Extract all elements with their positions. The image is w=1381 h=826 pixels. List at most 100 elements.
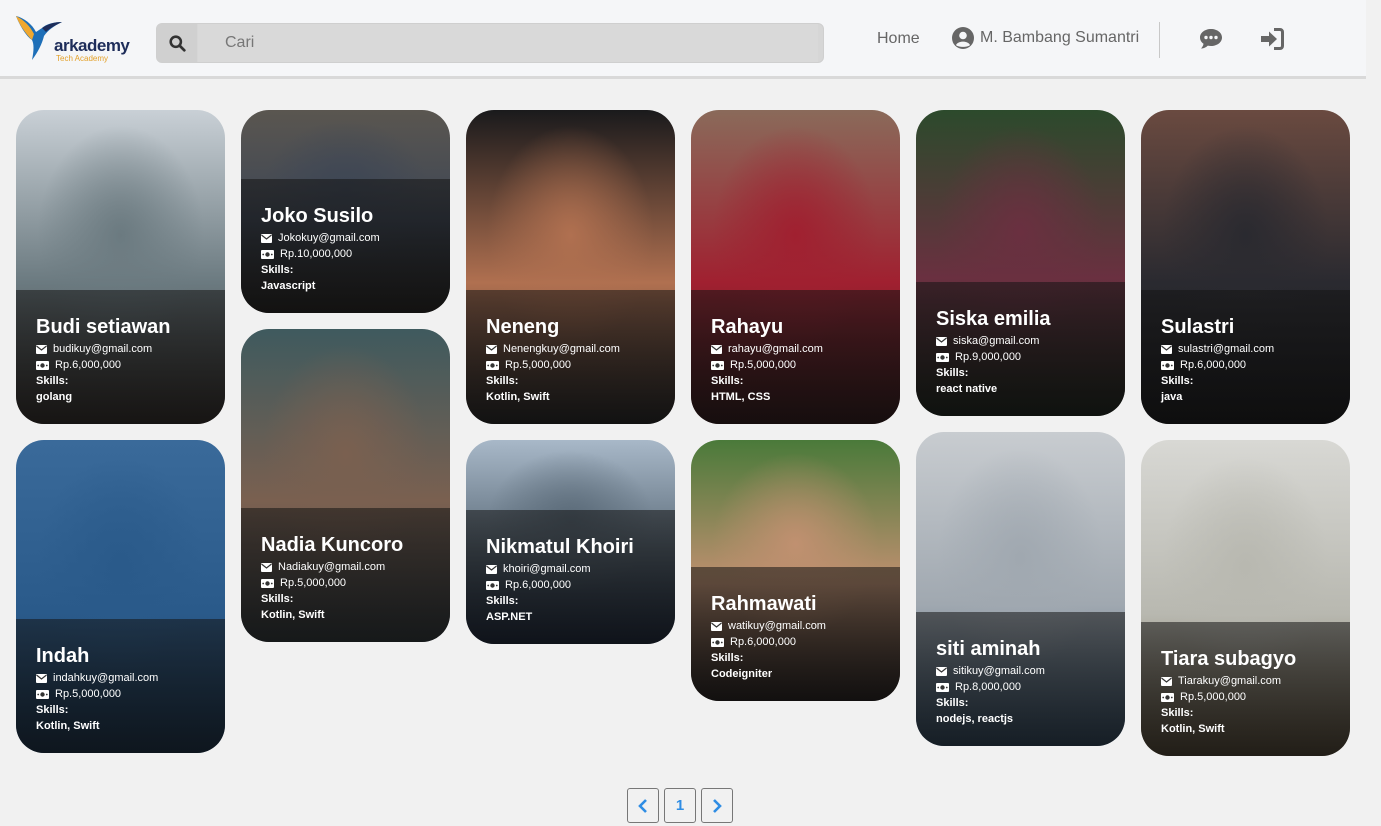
envelope-icon [1161, 344, 1172, 354]
card-info-panel: Rahmawati watikuy@gmail.com Rp.6,000,000 Sk… [691, 567, 900, 701]
talent-skills: Codeigniter [711, 668, 773, 680]
search-icon [168, 34, 186, 52]
talent-salary-row: Rp.5,000,000 [36, 686, 225, 702]
talent-email: Nadiakuy@gmail.com [278, 561, 386, 573]
skills-label: Skills: [36, 704, 69, 716]
talent-card[interactable]: Joko Susilo Jokokuy@gmail.com Rp.10,000,00… [241, 110, 450, 313]
talent-salary-row: Rp.6,000,000 [36, 357, 225, 373]
talent-salary: Rp.5,000,000 [280, 577, 347, 589]
user-name: M. Bambang Sumantri [980, 29, 1140, 46]
nav-user-profile[interactable]: M. Bambang Sumantri [952, 27, 1139, 49]
talent-email-row: Nadiakuy@gmail.com [261, 559, 450, 575]
envelope-icon [261, 562, 272, 572]
card-info-panel: Sulastri sulastri@gmail.com Rp.6,000,000 Sk… [1141, 290, 1350, 424]
talent-salary-row: Rp.5,000,000 [711, 357, 900, 373]
talent-email: sulastri@gmail.com [1178, 343, 1275, 355]
talent-email: watikuy@gmail.com [728, 620, 826, 632]
money-bill-icon [1161, 360, 1174, 370]
talent-salary: Rp.10,000,000 [280, 248, 353, 260]
talent-email: khoiri@gmail.com [503, 563, 591, 575]
talent-card[interactable]: siti aminah sitikuy@gmail.com Rp.8,000,000… [916, 432, 1125, 746]
chevron-right-icon [713, 798, 722, 813]
money-bill-icon [936, 682, 949, 692]
talent-email-row: Tiarakuy@gmail.com [1161, 673, 1350, 689]
skills-label: Skills: [261, 264, 294, 276]
skills-label: Skills: [1161, 707, 1194, 719]
talent-card[interactable]: Neneng Nenengkuy@gmail.com Rp.5,000,000 Ski… [466, 110, 675, 424]
talent-email: Nenengkuy@gmail.com [503, 343, 620, 355]
talent-name: siti aminah [936, 638, 1041, 660]
talent-salary-row: Rp.6,000,000 [711, 634, 900, 650]
talent-name: Indah [36, 645, 90, 667]
skills-label: Skills: [261, 593, 294, 605]
envelope-icon [936, 666, 947, 676]
talent-card[interactable]: Nadia Kuncoro Nadiakuy@gmail.com Rp.5,000,… [241, 329, 450, 642]
talent-card[interactable]: Nikmatul Khoiri khoiri@gmail.com Rp.6,000,… [466, 440, 675, 644]
talent-salary-row: Rp.9,000,000 [936, 349, 1125, 365]
talent-salary-row: Rp.5,000,000 [486, 357, 675, 373]
next-page-button[interactable] [701, 788, 733, 823]
envelope-icon [486, 344, 497, 354]
talent-card[interactable]: Indah indahkuy@gmail.com Rp.5,000,000 Skill… [16, 440, 225, 753]
card-info-panel: siti aminah sitikuy@gmail.com Rp.8,000,000… [916, 612, 1125, 746]
search-bar [156, 23, 824, 63]
envelope-icon [711, 621, 722, 631]
talent-skills: react native [936, 383, 998, 395]
page-1-button[interactable]: 1 [664, 788, 696, 823]
envelope-icon [711, 344, 722, 354]
talent-card[interactable]: Siska emilia siska@gmail.com Rp.9,000,000 S… [916, 110, 1125, 416]
card-info-panel: Nadia Kuncoro Nadiakuy@gmail.com Rp.5,000,… [241, 508, 450, 642]
card-info-panel: Indah indahkuy@gmail.com Rp.5,000,000 Skill… [16, 619, 225, 753]
search-input[interactable] [198, 24, 818, 62]
talent-skills: Kotlin, Swift [261, 609, 325, 621]
page-scrollbar[interactable] [1366, 0, 1381, 826]
money-bill-icon [1161, 692, 1174, 702]
talent-card[interactable]: Rahayu rahayu@gmail.com Rp.5,000,000 Skills… [691, 110, 900, 424]
talent-skills: ASP.NET [486, 611, 533, 623]
card-info-panel: Siska emilia siska@gmail.com Rp.9,000,000 S… [916, 282, 1125, 416]
talent-skills: HTML, CSS [711, 391, 771, 403]
search-button[interactable] [157, 24, 197, 62]
money-bill-icon [936, 352, 949, 362]
prev-page-button[interactable] [627, 788, 659, 823]
talent-salary-row: Rp.6,000,000 [1161, 357, 1350, 373]
pagination: 1 [627, 788, 733, 823]
talent-email: Tiarakuy@gmail.com [1178, 675, 1282, 687]
talent-skills: java [1161, 391, 1183, 403]
nav-home-link[interactable]: Home [877, 30, 920, 48]
talent-name: Siska emilia [936, 308, 1051, 330]
money-bill-icon [486, 580, 499, 590]
money-bill-icon [486, 360, 499, 370]
talent-card[interactable]: Tiara subagyo Tiarakuy@gmail.com Rp.5,000,… [1141, 440, 1350, 756]
talent-email-row: sulastri@gmail.com [1161, 341, 1350, 357]
envelope-icon [36, 673, 47, 683]
talent-card[interactable]: Budi setiawan budikuy@gmail.com Rp.6,000,0… [16, 110, 225, 424]
logo-subtitle: Tech Academy [56, 54, 109, 63]
money-bill-icon [36, 360, 49, 370]
talent-salary-row: Rp.6,000,000 [486, 577, 675, 593]
skills-label: Skills: [711, 652, 744, 664]
logout-button[interactable] [1259, 26, 1285, 52]
talent-salary: Rp.6,000,000 [1180, 359, 1247, 371]
talent-card[interactable]: Rahmawati watikuy@gmail.com Rp.6,000,000 Sk… [691, 440, 900, 701]
envelope-icon [486, 564, 497, 574]
talent-name: Nadia Kuncoro [261, 534, 404, 556]
arkademy-logo[interactable]: arkademy Tech Academy [14, 10, 134, 66]
talent-salary: Rp.5,000,000 [730, 359, 797, 371]
envelope-icon [936, 336, 947, 346]
talent-salary: Rp.9,000,000 [955, 351, 1022, 363]
talent-email-row: budikuy@gmail.com [36, 341, 225, 357]
top-navbar: arkademy Tech Academy Home M. Bambang Su… [0, 0, 1366, 79]
talent-salary: Rp.8,000,000 [955, 681, 1022, 693]
chat-button[interactable] [1198, 26, 1224, 52]
talent-skills: Kotlin, Swift [1161, 723, 1225, 735]
skills-label: Skills: [486, 595, 519, 607]
skills-label: Skills: [36, 375, 69, 387]
talent-card[interactable]: Sulastri sulastri@gmail.com Rp.6,000,000 Sk… [1141, 110, 1350, 424]
talent-email-row: watikuy@gmail.com [711, 618, 900, 634]
card-info-panel: Neneng Nenengkuy@gmail.com Rp.5,000,000 Ski… [466, 290, 675, 424]
envelope-icon [36, 344, 47, 354]
talent-email: sitikuy@gmail.com [953, 665, 1045, 677]
user-circle-icon [952, 27, 974, 49]
sign-in-icon [1261, 28, 1284, 50]
